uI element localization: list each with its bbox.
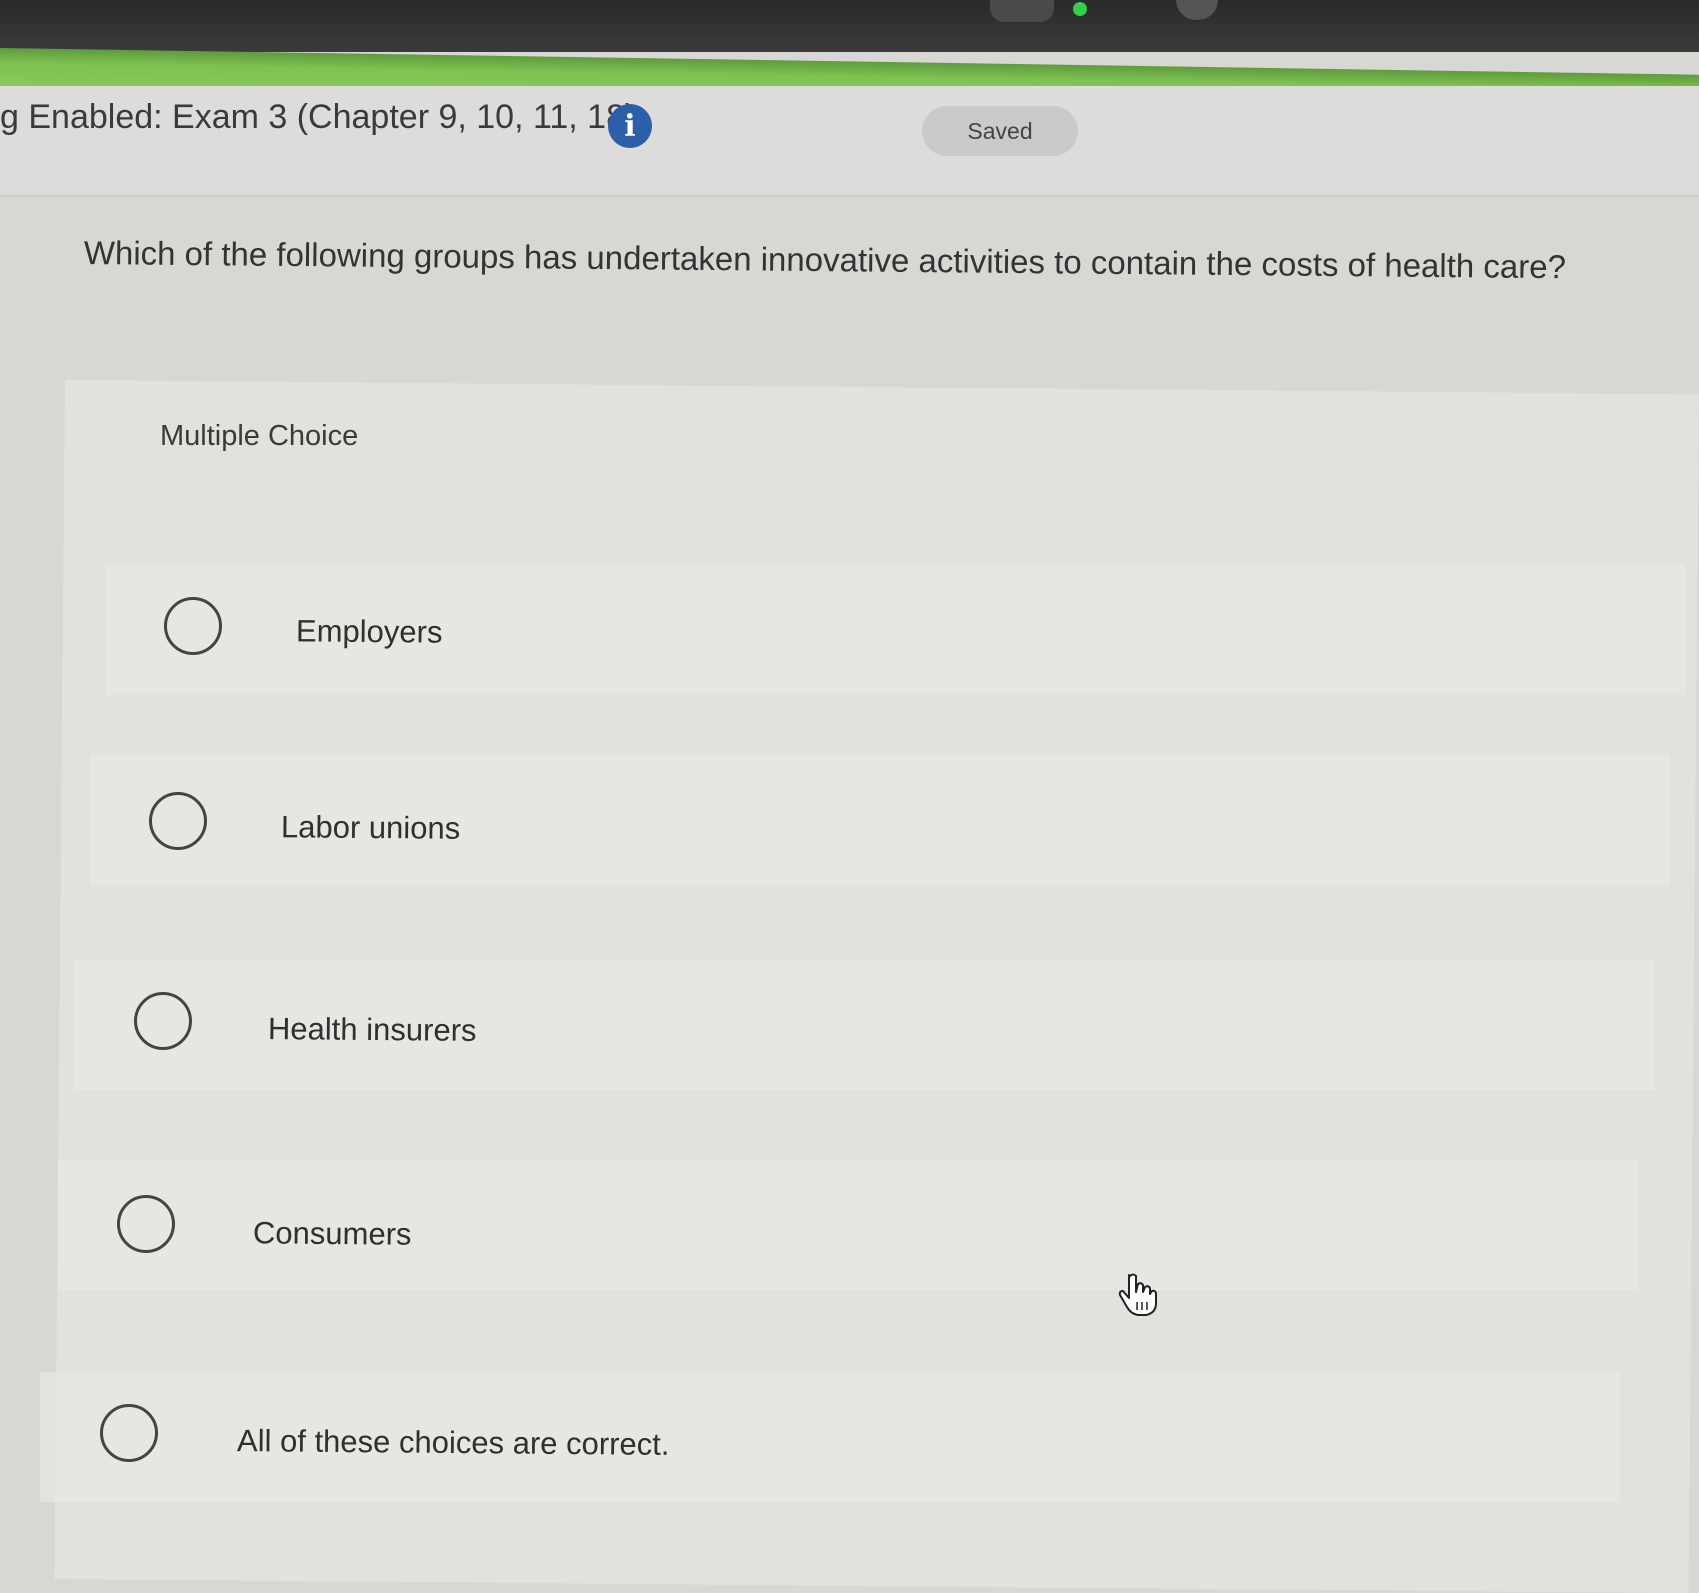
choice-label-health-insurers[interactable]: Health insurers xyxy=(268,1011,477,1049)
hand-pointer-icon xyxy=(1118,1273,1157,1316)
radio-button-consumers[interactable] xyxy=(117,1195,175,1253)
radio-button-employers[interactable] xyxy=(164,597,222,655)
info-icon[interactable]: i xyxy=(608,104,652,148)
choice-label-labor-unions[interactable]: Labor unions xyxy=(281,809,461,847)
question-text: Which of the following groups has undert… xyxy=(83,234,1567,286)
choice-label-employers[interactable]: Employers xyxy=(296,613,443,650)
choice-label-consumers[interactable]: Consumers xyxy=(253,1215,412,1252)
question-type-label: Multiple Choice xyxy=(160,420,359,452)
camera-indicator-light xyxy=(1073,2,1087,16)
radio-button-health-insurers[interactable] xyxy=(134,992,192,1050)
saved-status-badge: Saved xyxy=(922,106,1078,156)
camera-housing xyxy=(990,0,1054,22)
device-bezel xyxy=(0,0,1699,52)
exam-title: g Enabled: Exam 3 (Chapter 9, 10, 11, 18… xyxy=(0,98,637,136)
choice-label-all-correct[interactable]: All of these choices are correct. xyxy=(237,1423,670,1463)
radio-button-all-correct[interactable] xyxy=(100,1404,158,1462)
radio-button-labor-unions[interactable] xyxy=(149,792,207,850)
header-divider xyxy=(0,195,1699,197)
sensor-housing xyxy=(1176,0,1218,20)
